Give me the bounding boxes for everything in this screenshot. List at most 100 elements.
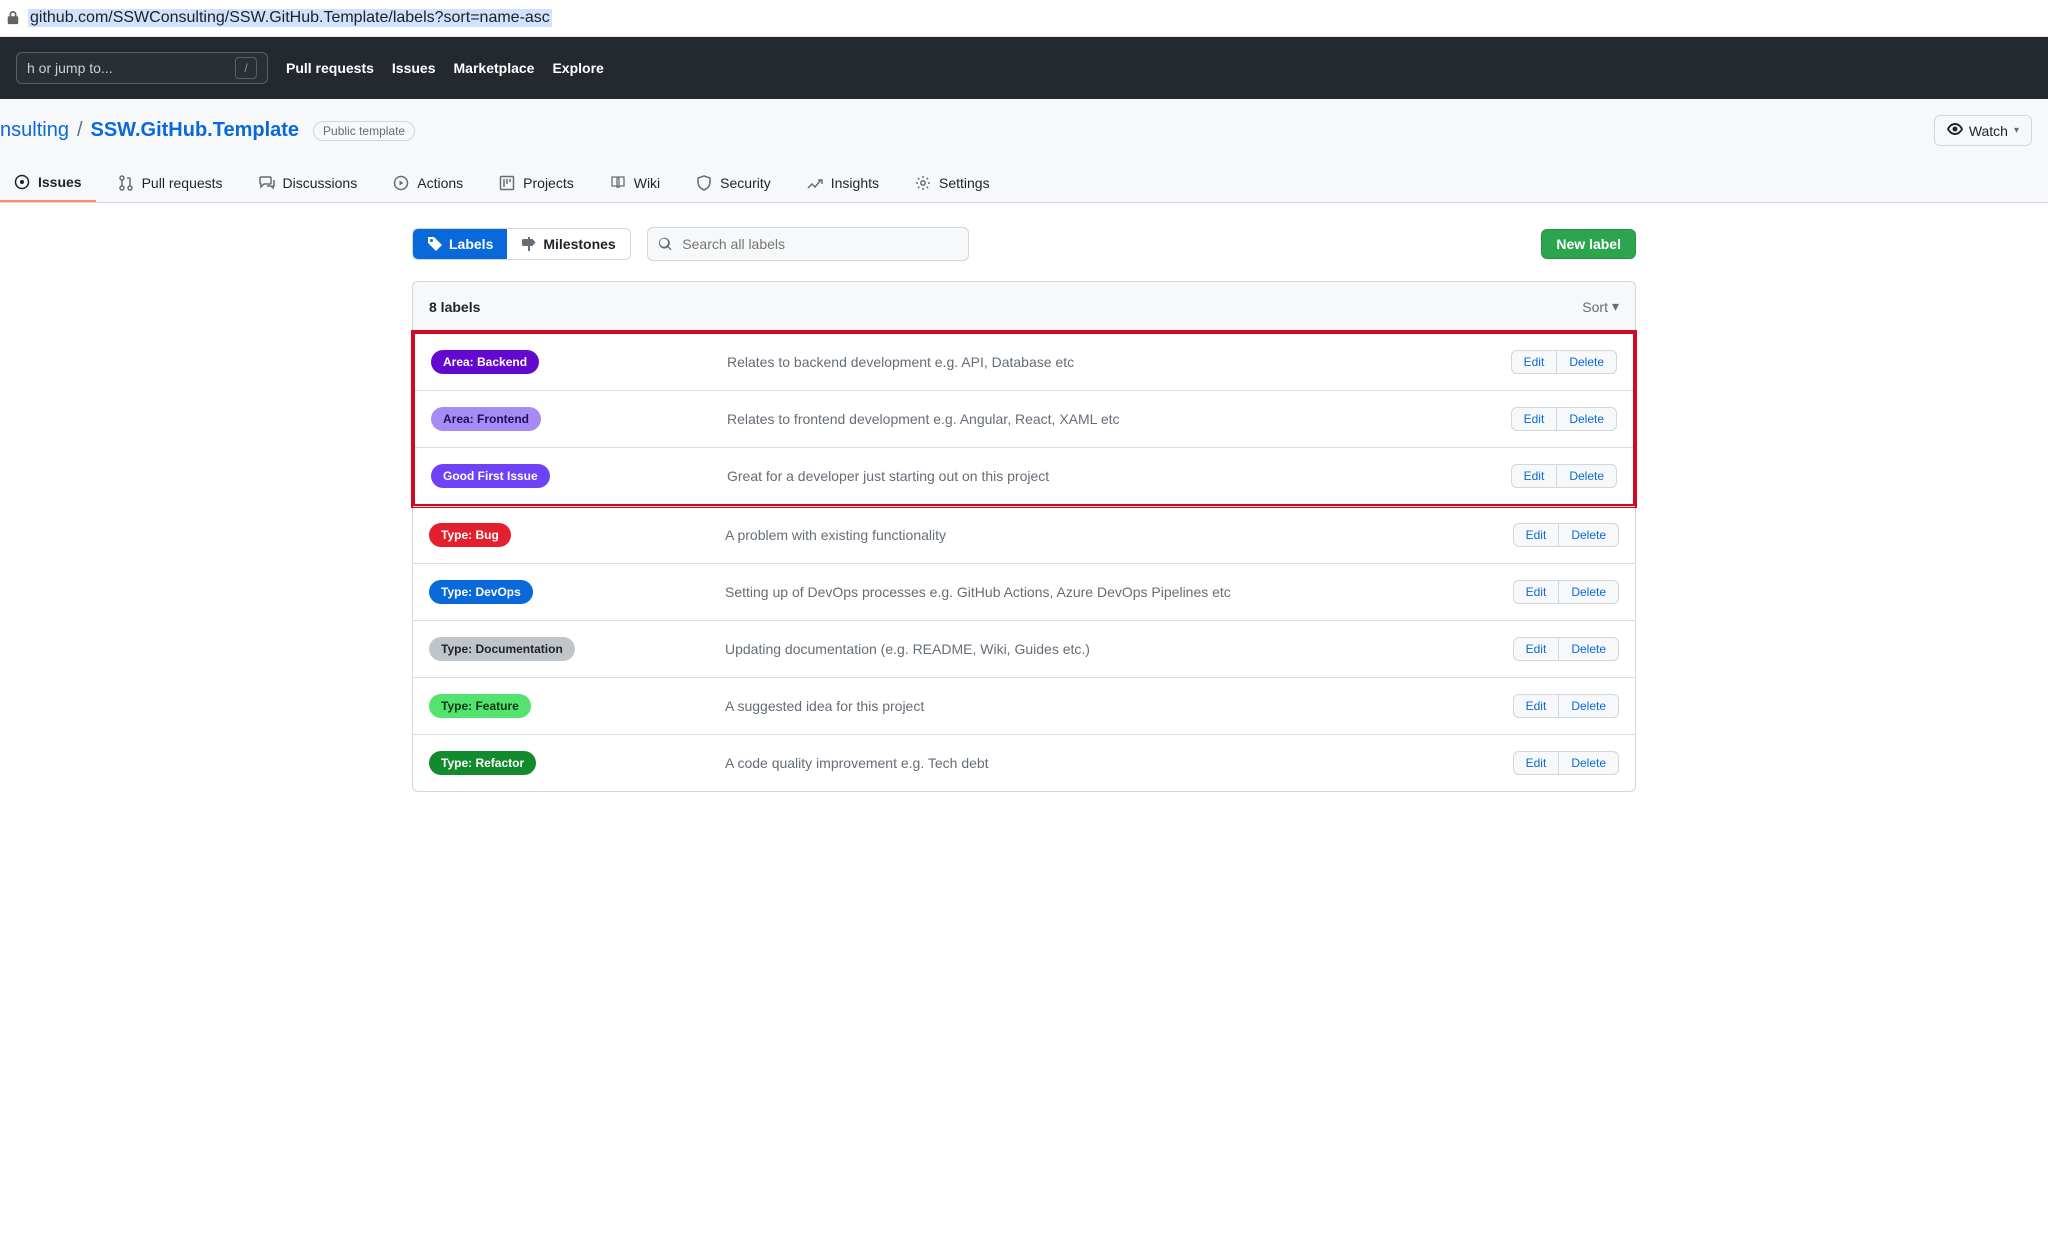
delete-label-button[interactable]: Delete xyxy=(1559,580,1619,604)
label-pill[interactable]: Type: DevOps xyxy=(429,580,533,604)
label-cell: Type: Bug xyxy=(429,523,725,547)
caret-down-icon: ▾ xyxy=(2014,125,2019,136)
edit-label-button[interactable]: Edit xyxy=(1511,464,1558,488)
label-pill[interactable]: Type: Refactor xyxy=(429,751,536,775)
edit-label-button[interactable]: Edit xyxy=(1511,350,1558,374)
label-description: A suggested idea for this project xyxy=(725,698,1513,714)
comment-discussion-icon xyxy=(259,175,275,191)
label-cell: Type: Feature xyxy=(429,694,725,718)
topnav-link-pulls[interactable]: Pull requests xyxy=(286,60,374,76)
labels-box: 8 labels Sort ▾ Area: BackendRelates to … xyxy=(412,281,1636,792)
global-search-placeholder: h or jump to... xyxy=(27,60,113,76)
repo-tabs: Issues Pull requests DiscussionsActions Pro… xyxy=(0,164,2032,202)
global-search[interactable]: h or jump to... / xyxy=(16,52,268,84)
tab-milestones[interactable]: Milestones xyxy=(507,229,629,259)
topnav-link-marketplace[interactable]: Marketplace xyxy=(454,60,535,76)
delete-label-button[interactable]: Delete xyxy=(1557,464,1617,488)
delete-label-button[interactable]: Delete xyxy=(1557,407,1617,431)
label-pill[interactable]: Type: Feature xyxy=(429,694,531,718)
label-description: Relates to frontend development e.g. Ang… xyxy=(727,411,1511,427)
repo-header: nsulting / SSW.GitHub.Template Public te… xyxy=(0,99,2048,203)
delete-label-button[interactable]: Delete xyxy=(1559,694,1619,718)
label-actions: EditDelete xyxy=(1511,407,1617,431)
watch-button[interactable]: Watch ▾ xyxy=(1934,115,2032,146)
delete-label-button[interactable]: Delete xyxy=(1559,523,1619,547)
eye-icon xyxy=(1947,121,1963,140)
repo-tab-projects[interactable]: Projects xyxy=(485,164,588,202)
label-description: Setting up of DevOps processes e.g. GitH… xyxy=(725,584,1513,600)
label-row: Area: BackendRelates to backend developm… xyxy=(415,334,1633,390)
label-pill[interactable]: Good First Issue xyxy=(431,464,550,488)
milestones-tab-label: Milestones xyxy=(543,236,615,252)
label-description: A code quality improvement e.g. Tech deb… xyxy=(725,755,1513,771)
label-pill[interactable]: Area: Backend xyxy=(431,350,539,374)
repo-tab-discussions[interactable]: Discussions xyxy=(245,164,372,202)
label-row: Type: Documentation Updating documentatio… xyxy=(413,620,1635,677)
labels-count: 8 labels xyxy=(429,299,480,315)
edit-label-button[interactable]: Edit xyxy=(1513,751,1560,775)
repo-tab-issues[interactable]: Issues xyxy=(0,164,96,202)
tag-icon xyxy=(427,236,443,252)
label-pill[interactable]: Type: Bug xyxy=(429,523,511,547)
sort-label: Sort xyxy=(1582,299,1608,315)
topnav-link-issues[interactable]: Issues xyxy=(392,60,436,76)
repo-tab-security[interactable]: Security xyxy=(682,164,785,202)
repo-tab-wiki[interactable]: Wiki xyxy=(596,164,674,202)
label-actions: EditDelete xyxy=(1513,523,1619,547)
delete-label-button[interactable]: Delete xyxy=(1557,350,1617,374)
label-description: Updating documentation (e.g. README, Wik… xyxy=(725,641,1513,657)
topnav-links: Pull requests Issues Marketplace Explore xyxy=(286,60,604,76)
label-cell: Area: Frontend xyxy=(431,407,727,431)
edit-label-button[interactable]: Edit xyxy=(1513,637,1560,661)
repo-tab-label: Pull requests xyxy=(142,175,223,191)
label-actions: EditDelete xyxy=(1513,694,1619,718)
repo-tab-insights[interactable]: Insights xyxy=(793,164,893,202)
book-icon xyxy=(610,175,626,191)
repo-owner-link[interactable]: nsulting xyxy=(0,119,69,142)
edit-label-button[interactable]: Edit xyxy=(1511,407,1558,431)
label-cell: Type: Refactor xyxy=(429,751,725,775)
repo-name-link[interactable]: SSW.GitHub.Template xyxy=(91,119,300,142)
edit-label-button[interactable]: Edit xyxy=(1513,694,1560,718)
repo-tab-actions[interactable]: Actions xyxy=(379,164,477,202)
browser-url[interactable]: github.com/SSWConsulting/SSW.GitHub.Temp… xyxy=(28,9,552,27)
labels-search[interactable] xyxy=(647,227,969,261)
search-icon xyxy=(658,236,673,252)
repo-tab-label: Wiki xyxy=(634,175,660,191)
breadcrumb-separator: / xyxy=(77,119,83,142)
topnav-link-explore[interactable]: Explore xyxy=(552,60,603,76)
repo-tab-label: Issues xyxy=(38,174,82,190)
highlighted-labels-group: Area: BackendRelates to backend developm… xyxy=(411,330,1637,508)
lock-icon xyxy=(6,11,20,25)
watch-label: Watch xyxy=(1969,123,2008,139)
repo-tab-pull-requests[interactable]: Pull requests xyxy=(104,164,237,202)
repo-tab-label: Insights xyxy=(831,175,879,191)
graph-icon xyxy=(807,175,823,191)
label-cell: Type: Documentation xyxy=(429,637,725,661)
delete-label-button[interactable]: Delete xyxy=(1559,751,1619,775)
repo-title-row: nsulting / SSW.GitHub.Template Public te… xyxy=(0,115,2032,146)
tab-labels[interactable]: Labels xyxy=(413,229,507,259)
label-actions: EditDelete xyxy=(1513,637,1619,661)
label-pill[interactable]: Type: Documentation xyxy=(429,637,575,661)
new-label-button[interactable]: New label xyxy=(1541,229,1636,259)
delete-label-button[interactable]: Delete xyxy=(1559,637,1619,661)
milestone-icon xyxy=(521,236,537,252)
label-row: Area: Frontend Relates to frontend develo… xyxy=(415,390,1633,447)
edit-label-button[interactable]: Edit xyxy=(1513,580,1560,604)
label-pill[interactable]: Area: Frontend xyxy=(431,407,541,431)
label-row: Type: Refactor A code quality improvement… xyxy=(413,734,1635,791)
sort-dropdown[interactable]: Sort ▾ xyxy=(1582,298,1619,315)
label-description: Great for a developer just starting out … xyxy=(727,468,1511,484)
repo-tab-label: Projects xyxy=(523,175,574,191)
play-icon xyxy=(393,175,409,191)
edit-label-button[interactable]: Edit xyxy=(1513,523,1560,547)
labels-milestones-toggle: Labels Milestones xyxy=(412,228,631,260)
repo-tab-label: Security xyxy=(720,175,771,191)
labels-rows: Area: BackendRelates to backend developm… xyxy=(413,330,1635,791)
repo-visibility-badge: Public template xyxy=(313,121,415,141)
repo-tab-settings[interactable]: Settings xyxy=(901,164,1004,202)
gear-icon xyxy=(915,175,931,191)
labels-search-input[interactable] xyxy=(680,235,957,253)
label-cell: Area: Backend xyxy=(431,350,727,374)
